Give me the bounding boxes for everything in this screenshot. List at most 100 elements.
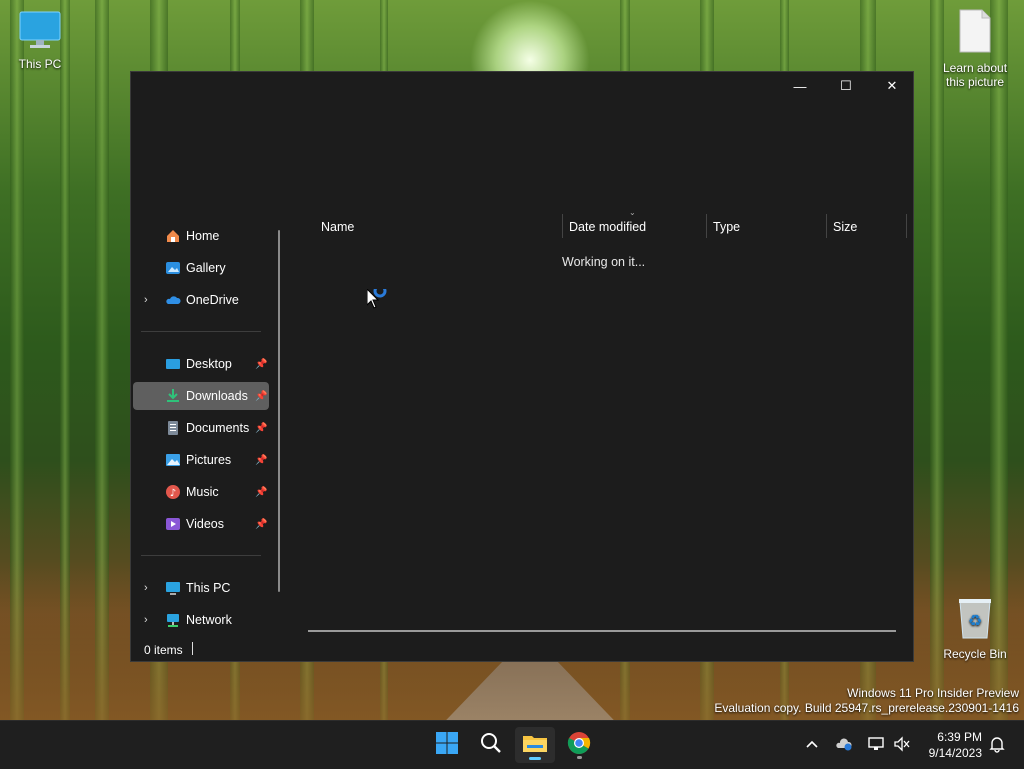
network-status-icon[interactable] xyxy=(867,735,885,753)
file-explorer-window: — ☐ ✕ Home Gallery › OneDrive Desktop 📌 … xyxy=(130,71,914,662)
start-button[interactable] xyxy=(427,727,467,763)
desktop-icon-this-pc[interactable]: This PC xyxy=(0,10,80,71)
nav-item-label: Network xyxy=(186,613,232,627)
nav-item-pictures[interactable]: Pictures 📌 xyxy=(133,446,269,474)
nav-item-desktop[interactable]: Desktop 📌 xyxy=(133,350,269,378)
nav-item-label: Music xyxy=(186,485,219,499)
toolbar-area xyxy=(131,100,913,212)
column-separator[interactable] xyxy=(826,214,827,238)
desktop-icon-label: Learn about this picture xyxy=(942,61,1008,89)
nav-divider xyxy=(141,331,261,332)
nav-item-label: Desktop xyxy=(186,357,232,371)
home-icon xyxy=(165,228,181,244)
taskbar: 6:39 PM 9/14/2023 xyxy=(0,720,1024,769)
nav-item-downloads[interactable]: Downloads 📌 xyxy=(133,382,269,410)
network-icon xyxy=(165,612,181,628)
pin-icon[interactable]: 📌 xyxy=(255,359,267,370)
pin-icon[interactable]: 📌 xyxy=(255,423,267,434)
nav-divider xyxy=(141,555,261,556)
nav-scrollbar[interactable] xyxy=(278,230,280,592)
documents-icon xyxy=(165,420,181,436)
onedrive-status-icon[interactable] xyxy=(835,735,853,753)
column-separator[interactable] xyxy=(562,214,563,238)
maximize-button[interactable]: ☐ xyxy=(823,72,869,100)
clock-time: 6:39 PM xyxy=(937,730,982,744)
column-header-size[interactable]: Size xyxy=(833,220,857,234)
taskbar-chrome[interactable] xyxy=(559,727,599,763)
loading-message: Working on it... xyxy=(562,255,646,269)
cloud-icon xyxy=(165,292,181,308)
recycle-bin-icon: ♻ xyxy=(935,596,1015,643)
nav-item-label: Pictures xyxy=(186,453,232,467)
close-icon: ✕ xyxy=(886,78,898,93)
nav-item-label: OneDrive xyxy=(186,293,239,307)
close-button[interactable]: ✕ xyxy=(869,72,915,100)
download-icon xyxy=(165,388,181,404)
navigation-pane: Home Gallery › OneDrive Desktop 📌 Downlo… xyxy=(131,214,281,634)
volume-muted-icon[interactable] xyxy=(893,735,911,753)
computer-icon xyxy=(165,580,181,596)
column-header-name[interactable]: Name xyxy=(321,220,354,234)
nav-item-label: Downloads xyxy=(186,389,248,403)
music-icon: ♪ xyxy=(165,484,181,500)
column-header-date-modified[interactable]: Date modified xyxy=(569,220,646,234)
nav-item-videos[interactable]: Videos 📌 xyxy=(133,510,269,538)
nav-item-network[interactable]: › Network xyxy=(133,606,269,634)
pin-icon[interactable]: 📌 xyxy=(255,455,267,466)
windows-logo-icon xyxy=(435,731,459,760)
monitor-icon xyxy=(0,10,80,53)
sort-caret-icon: ⌄ xyxy=(629,208,636,217)
desktop-icon-learn-about-picture[interactable]: Learn about this picture xyxy=(935,8,1015,89)
running-indicator xyxy=(577,756,582,759)
pictures-icon xyxy=(165,452,181,468)
chevron-right-icon[interactable]: › xyxy=(144,582,148,594)
nav-item-documents[interactable]: Documents 📌 xyxy=(133,414,269,442)
column-header-type[interactable]: Type xyxy=(713,220,740,234)
search-button[interactable] xyxy=(471,727,511,763)
maximize-icon: ☐ xyxy=(840,78,852,93)
desktop-icon-recycle-bin[interactable]: ♻ Recycle Bin xyxy=(935,596,1015,661)
item-count: 0 items xyxy=(144,643,183,657)
nav-item-label: This PC xyxy=(186,581,231,595)
pin-icon[interactable]: 📌 xyxy=(255,519,267,530)
chevron-right-icon[interactable]: › xyxy=(144,294,148,306)
minimize-button[interactable]: — xyxy=(777,72,823,100)
system-clock[interactable]: 6:39 PM 9/14/2023 xyxy=(920,729,982,761)
gallery-icon xyxy=(165,260,181,276)
svg-text:♻: ♻ xyxy=(968,611,982,630)
document-icon xyxy=(935,8,1015,57)
notification-bell-icon[interactable] xyxy=(988,735,1006,753)
active-indicator xyxy=(529,757,541,760)
minimize-icon: — xyxy=(793,78,807,94)
column-headers: Name ⌄ Date modified Type Size xyxy=(289,208,909,240)
nav-item-gallery[interactable]: Gallery xyxy=(133,254,269,282)
watermark-line-1: Windows 11 Pro Insider Preview xyxy=(847,686,1019,700)
nav-item-label: Gallery xyxy=(186,261,226,275)
desktop-icon-label: Recycle Bin xyxy=(943,647,1007,661)
nav-item-home[interactable]: Home xyxy=(133,222,269,250)
pin-icon[interactable]: 📌 xyxy=(255,391,267,402)
file-list-pane: Name ⌄ Date modified Type Size Working o… xyxy=(289,208,914,634)
pin-icon[interactable]: 📌 xyxy=(255,487,267,498)
folder-icon xyxy=(522,732,548,759)
nav-item-label: Videos xyxy=(186,517,224,531)
status-separator xyxy=(192,642,193,655)
column-separator[interactable] xyxy=(906,214,907,238)
column-separator[interactable] xyxy=(706,214,707,238)
taskbar-file-explorer[interactable] xyxy=(515,727,555,763)
horizontal-scrollbar[interactable] xyxy=(308,630,896,632)
title-bar[interactable]: — ☐ ✕ xyxy=(131,72,913,100)
nav-item-label: Documents xyxy=(186,421,250,435)
nav-item-onedrive[interactable]: › OneDrive xyxy=(133,286,269,314)
chevron-up-icon[interactable] xyxy=(803,735,821,753)
evaluation-watermark: Windows 11 Pro Insider Preview Evaluatio… xyxy=(714,686,1019,716)
nav-item-this-pc[interactable]: › This PC xyxy=(133,574,269,602)
search-icon xyxy=(480,732,502,759)
status-bar: 0 items xyxy=(131,637,913,661)
busy-cursor-icon xyxy=(366,284,391,318)
svg-text:♪: ♪ xyxy=(170,488,176,499)
chevron-right-icon[interactable]: › xyxy=(144,614,148,626)
desktop-icon-label: This PC xyxy=(18,57,62,71)
nav-item-music[interactable]: ♪ Music 📌 xyxy=(133,478,269,506)
nav-item-label: Home xyxy=(186,229,220,243)
